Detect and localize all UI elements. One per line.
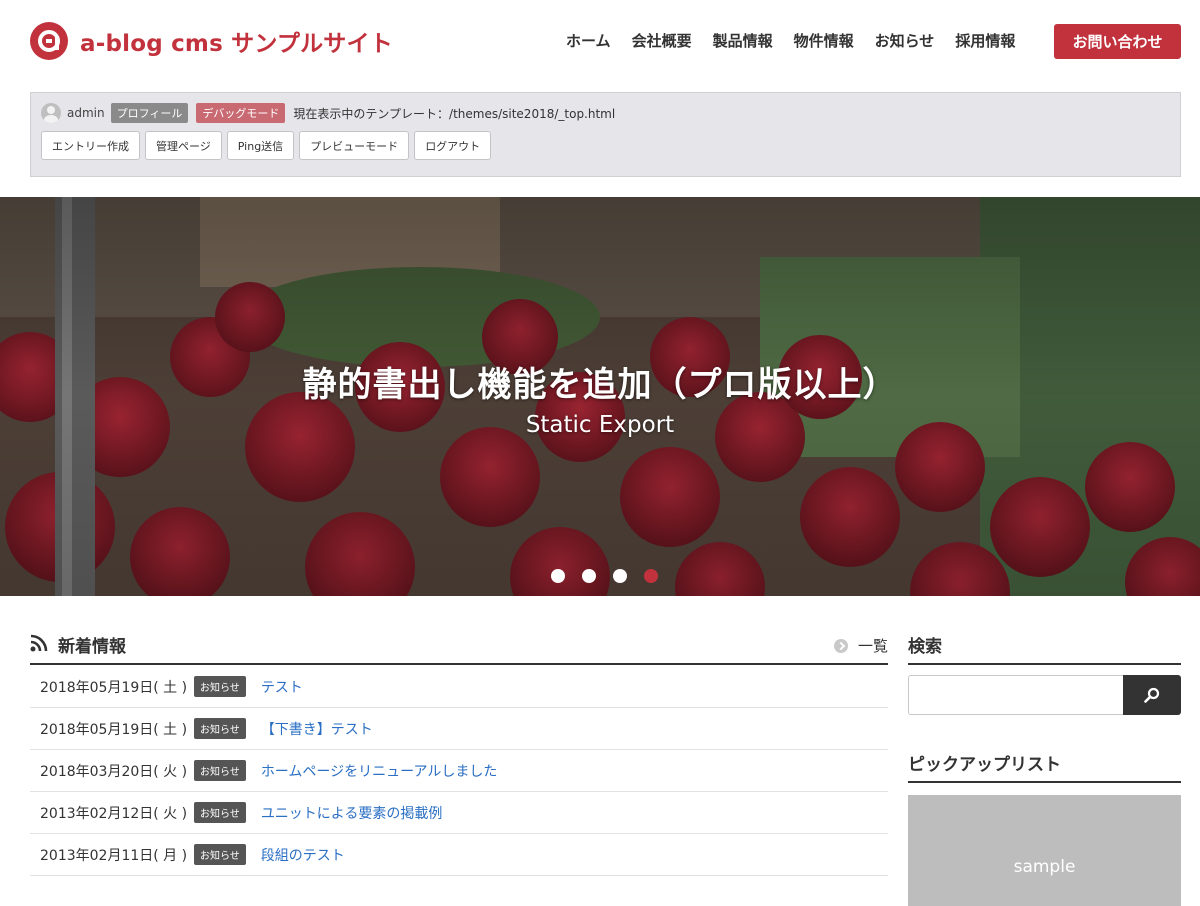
- search-icon: [1144, 687, 1160, 703]
- site-header: a-blog cms サンプルサイト ホーム 会社概要 製品情報 物件情報 お知…: [0, 0, 1200, 84]
- news-category-badge[interactable]: お知らせ: [194, 802, 246, 823]
- news-date: 2013年02月11日( 月 ): [40, 847, 188, 864]
- nav-item-products[interactable]: 製品情報: [713, 30, 773, 51]
- debug-mode-tag: デバッグモード: [196, 103, 286, 123]
- admin-username[interactable]: admin: [67, 106, 105, 120]
- slider-dot[interactable]: [613, 569, 627, 583]
- pickup-section-title: ピックアップリスト: [908, 750, 1181, 783]
- search-section-title: 検索: [908, 632, 1181, 665]
- news-title-link[interactable]: ユニットによる要素の掲載例: [261, 803, 443, 823]
- news-title-link[interactable]: テスト: [261, 677, 303, 697]
- global-nav: ホーム 会社概要 製品情報 物件情報 お知らせ 採用情報: [566, 30, 1036, 51]
- news-section-title: 新着情報: [58, 637, 126, 657]
- nav-item-company[interactable]: 会社概要: [632, 30, 692, 51]
- slider-dot-active[interactable]: [644, 569, 658, 583]
- user-avatar-icon: [41, 103, 61, 123]
- pickup-image-label: sample: [1013, 857, 1076, 877]
- hero-title: 静的書出し機能を追加（プロ版以上）: [302, 365, 898, 405]
- slider-pagination: [551, 569, 675, 583]
- news-date: 2018年05月19日( 土 ): [40, 721, 188, 738]
- nav-item-home[interactable]: ホーム: [566, 30, 611, 51]
- search-input[interactable]: [908, 675, 1124, 715]
- logo-text: a-blog cms サンプルサイト: [80, 31, 393, 57]
- logout-button[interactable]: ログアウト: [414, 131, 492, 160]
- preview-mode-button[interactable]: プレビューモード: [299, 131, 410, 160]
- slider-dot[interactable]: [582, 569, 596, 583]
- news-date: 2018年05月19日( 土 ): [40, 679, 188, 696]
- hero-slider[interactable]: 静的書出し機能を追加（プロ版以上） Static Export: [0, 197, 1200, 596]
- hero-subtitle: Static Export: [525, 412, 675, 438]
- ping-send-button[interactable]: Ping送信: [226, 131, 295, 160]
- slider-dot[interactable]: [551, 569, 565, 583]
- news-date: 2018年03月20日( 火 ): [40, 763, 188, 780]
- news-category-badge[interactable]: お知らせ: [194, 844, 246, 865]
- rss-icon: [30, 634, 48, 652]
- search-button[interactable]: [1123, 675, 1181, 715]
- news-more-label: 一覧: [857, 637, 888, 655]
- admin-info-row: admin プロフィール デバッグモード 現在表示中のテンプレート：/theme…: [41, 103, 615, 123]
- news-category-badge[interactable]: お知らせ: [194, 718, 246, 739]
- pickup-thumbnail[interactable]: sample: [908, 795, 1181, 906]
- news-list: 2018年05月19日( 土 ) お知らせ テスト 2018年05月19日( 土…: [30, 666, 888, 876]
- news-list-item: 2018年03月20日( 火 ) お知らせ ホームページをリニューアルしました: [30, 750, 888, 792]
- nav-item-news[interactable]: お知らせ: [875, 30, 935, 51]
- news-title-link[interactable]: 段組のテスト: [261, 845, 345, 865]
- site-logo[interactable]: a-blog cms サンプルサイト: [30, 22, 393, 60]
- logo-mark-icon: [30, 22, 68, 60]
- news-date: 2013年02月12日( 火 ): [40, 805, 188, 822]
- news-category-badge[interactable]: お知らせ: [194, 676, 246, 697]
- news-more-link[interactable]: 一覧: [833, 635, 888, 656]
- news-list-item: 2013年02月11日( 月 ) お知らせ 段組のテスト: [30, 834, 888, 876]
- contact-button[interactable]: お問い合わせ: [1054, 24, 1181, 59]
- news-list-item: 2013年02月12日( 火 ) お知らせ ユニットによる要素の掲載例: [30, 792, 888, 834]
- create-entry-button[interactable]: エントリー作成: [41, 131, 140, 160]
- profile-tag[interactable]: プロフィール: [110, 103, 189, 123]
- nav-item-properties[interactable]: 物件情報: [794, 30, 854, 51]
- admin-button-row: エントリー作成 管理ページ Ping送信 プレビューモード ログアウト: [41, 131, 496, 160]
- admin-toolbar: admin プロフィール デバッグモード 現在表示中のテンプレート：/theme…: [30, 92, 1181, 177]
- admin-page-button[interactable]: 管理ページ: [145, 131, 222, 160]
- news-list-item: 2018年05月19日( 土 ) お知らせ 【下書き】テスト: [30, 708, 888, 750]
- news-title-link[interactable]: ホームページをリニューアルしました: [261, 761, 498, 781]
- chevron-right-icon: [833, 638, 848, 653]
- news-title-link[interactable]: 【下書き】テスト: [261, 719, 373, 739]
- template-path-label: 現在表示中のテンプレート：/themes/site2018/_top.html: [293, 106, 616, 121]
- news-header: 新着情報 一覧: [30, 632, 888, 665]
- nav-item-recruit[interactable]: 採用情報: [955, 30, 1015, 51]
- news-category-badge[interactable]: お知らせ: [194, 760, 246, 781]
- news-list-item: 2018年05月19日( 土 ) お知らせ テスト: [30, 666, 888, 708]
